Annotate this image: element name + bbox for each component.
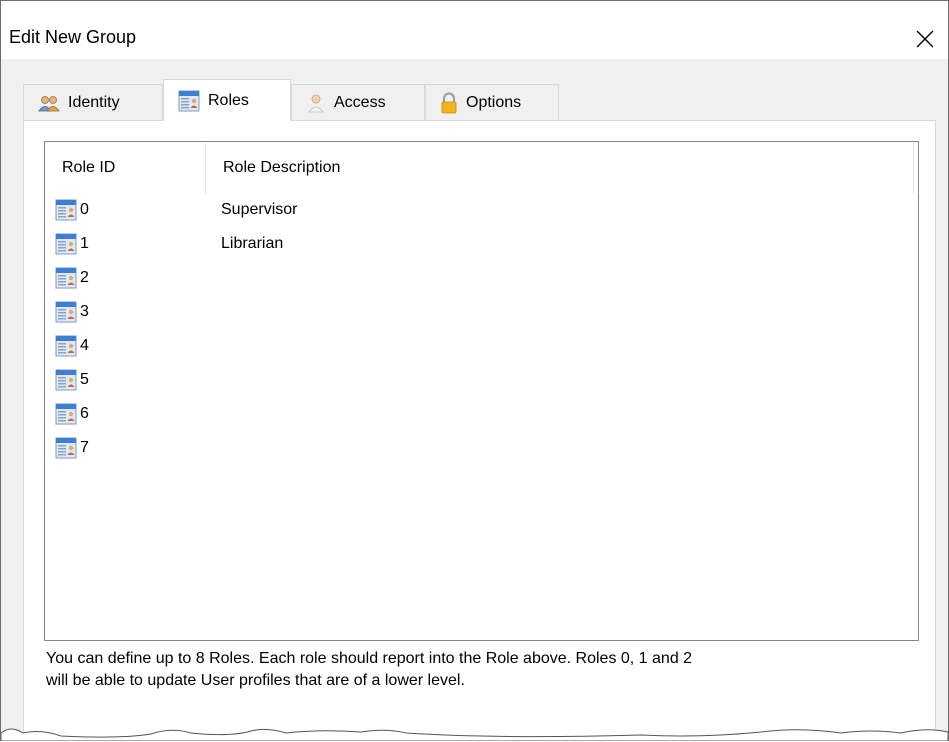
list-item[interactable]: 0 Supervisor: [45, 194, 918, 228]
role-id-cell: 6: [80, 405, 89, 422]
list-item[interactable]: 7: [45, 432, 918, 466]
roles-list-icon: [178, 90, 200, 112]
tab-options-label: Options: [466, 93, 522, 111]
window-title: Edit New Group: [9, 27, 137, 47]
role-card-icon: [55, 335, 77, 357]
edit-group-dialog: Edit New Group Identity Roles Access Opt…: [0, 0, 949, 741]
tab-access-label: Access: [334, 93, 386, 111]
role-card-icon: [55, 301, 77, 323]
role-card-icon: [55, 267, 77, 289]
column-divider[interactable]: [913, 142, 914, 194]
role-id-cell: 2: [80, 269, 89, 286]
role-card-icon: [55, 199, 77, 221]
tab-access[interactable]: Access: [291, 84, 425, 120]
list-item[interactable]: 6: [45, 398, 918, 432]
tab-options[interactable]: Options: [425, 84, 559, 120]
role-id-cell: 0: [80, 201, 89, 218]
hint-line-2: will be able to update User profiles tha…: [46, 672, 465, 689]
roles-list-view[interactable]: Role ID Role Description 0 Supervisor 1 …: [44, 141, 919, 641]
roles-hint-text: You can define up to 8 Roles. Each role …: [46, 648, 926, 692]
list-item[interactable]: 2: [45, 262, 918, 296]
role-card-icon: [55, 369, 77, 391]
title-bar: Edit New Group: [1, 1, 948, 59]
column-header-role-id[interactable]: Role ID: [45, 142, 205, 194]
role-card-icon: [55, 233, 77, 255]
tab-identity[interactable]: Identity: [23, 84, 163, 120]
role-id-cell: 5: [80, 371, 89, 388]
close-icon: [916, 30, 934, 48]
users-icon: [38, 94, 60, 112]
list-item[interactable]: 5: [45, 364, 918, 398]
role-id-cell: 7: [80, 439, 89, 456]
role-id-cell: 4: [80, 337, 89, 354]
role-id-cell: 1: [80, 235, 89, 252]
torn-edge: [1, 728, 948, 741]
hint-line-1: You can define up to 8 Roles. Each role …: [46, 650, 693, 667]
close-button[interactable]: [902, 19, 948, 59]
tab-roles-label: Roles: [208, 91, 249, 109]
tab-roles[interactable]: Roles: [163, 79, 291, 121]
column-header-role-description[interactable]: Role Description: [206, 142, 913, 194]
tab-identity-label: Identity: [68, 93, 120, 111]
dialog-client-area: Identity Roles Access Options Role ID Ro…: [1, 59, 948, 741]
list-item[interactable]: 3: [45, 296, 918, 330]
role-description-cell: Supervisor: [221, 201, 298, 218]
role-card-icon: [55, 403, 77, 425]
lock-icon: [440, 91, 458, 114]
person-icon: [306, 93, 326, 113]
role-description-cell: Librarian: [221, 235, 284, 252]
role-id-cell: 3: [80, 303, 89, 320]
list-item[interactable]: 4: [45, 330, 918, 364]
list-header: Role ID Role Description: [45, 142, 918, 194]
roles-tab-panel: Role ID Role Description 0 Supervisor 1 …: [23, 120, 936, 741]
list-item[interactable]: 1 Librarian: [45, 228, 918, 262]
role-card-icon: [55, 437, 77, 459]
